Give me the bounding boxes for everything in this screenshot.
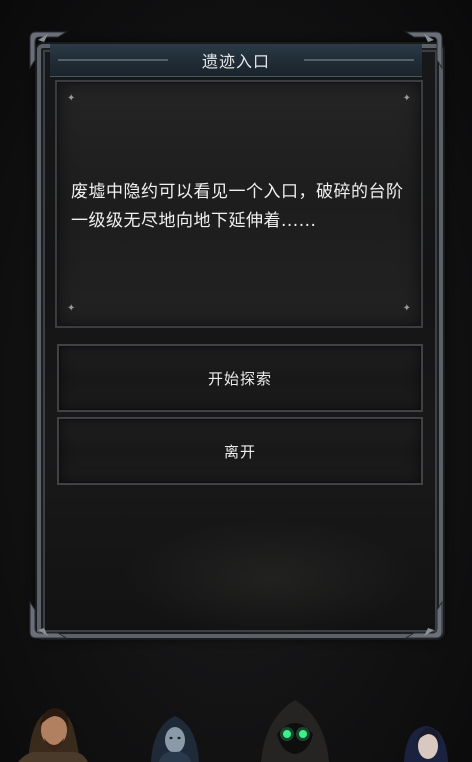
party-portraits (0, 690, 472, 762)
hooded-mage-portrait (145, 706, 205, 762)
option-label: 离开 (223, 442, 256, 461)
sparkle-icon: ✦ (67, 303, 76, 314)
warrior-portrait (18, 690, 88, 762)
priestess-portrait (396, 722, 456, 762)
game-screen: 遗迹入口 ✦ ✦ ✦ ✦ 废墟中隐约可以看见一个入口，破碎的台阶一级级无尽地向地… (0, 0, 472, 762)
sparkle-icon: ✦ (402, 93, 411, 104)
frame-background-texture (121, 518, 421, 638)
sparkle-icon: ✦ (67, 93, 76, 104)
option-label: 开始探索 (207, 369, 272, 388)
title-decoration (304, 59, 414, 61)
event-description-panel: ✦ ✦ ✦ ✦ 废墟中隐约可以看见一个入口，破碎的台阶一级级无尽地向地下延伸着.… (55, 80, 423, 328)
event-description: 废墟中隐约可以看见一个入口，破碎的台阶一级级无尽地向地下延伸着...... (71, 182, 404, 231)
hooded-rogue-portrait (255, 694, 335, 762)
dialog-title-bar: 遗迹入口 (50, 44, 422, 77)
dialog-title: 遗迹入口 (201, 52, 270, 71)
start-explore-button[interactable]: 开始探索 (57, 344, 423, 412)
leave-button[interactable]: 离开 (57, 417, 423, 485)
title-decoration (58, 59, 168, 61)
sparkle-icon: ✦ (402, 303, 411, 314)
